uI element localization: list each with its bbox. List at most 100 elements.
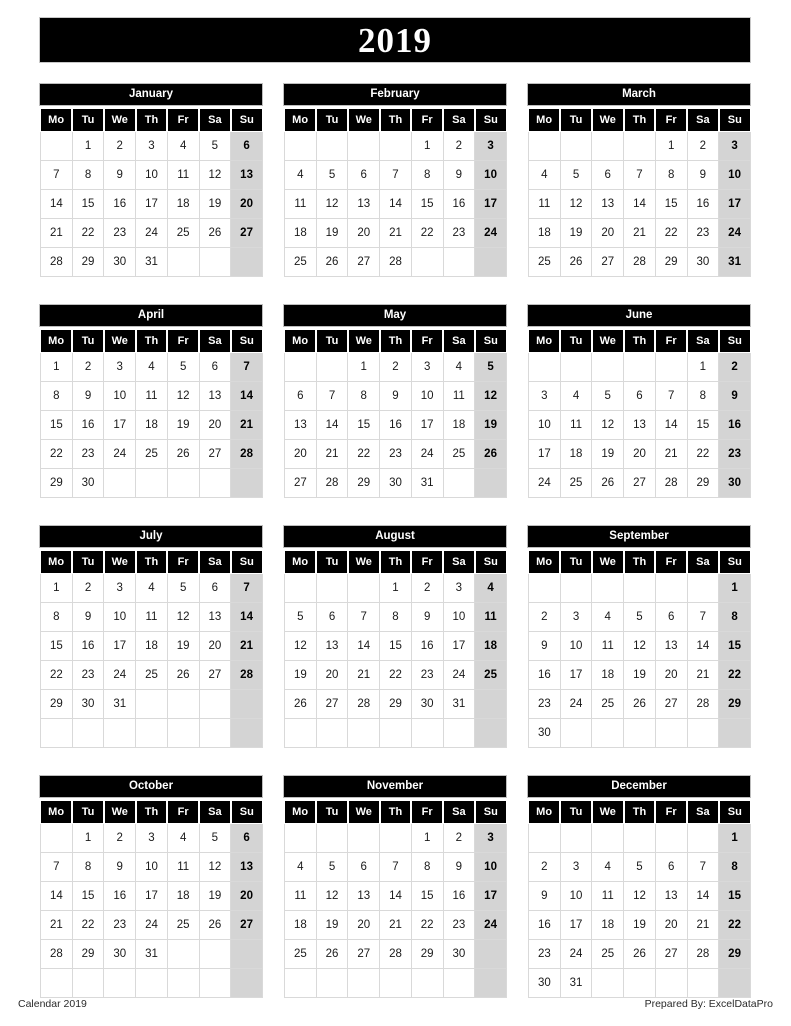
day-cell[interactable]: 11 (166, 160, 200, 190)
day-cell[interactable]: 3 (718, 131, 751, 161)
day-cell[interactable]: 1 (40, 573, 73, 603)
day-cell[interactable]: 27 (230, 910, 263, 940)
day-cell[interactable]: 6 (284, 381, 317, 411)
day-cell[interactable]: 15 (40, 631, 73, 661)
day-cell[interactable]: 22 (654, 218, 688, 248)
day-cell[interactable]: 12 (591, 410, 625, 440)
day-cell[interactable]: 6 (654, 602, 688, 632)
day-cell[interactable]: 14 (347, 631, 381, 661)
day-cell[interactable]: 20 (623, 439, 656, 469)
day-cell[interactable]: 21 (315, 439, 349, 469)
day-cell[interactable]: 3 (474, 823, 507, 853)
day-cell[interactable]: 27 (591, 247, 625, 277)
day-cell[interactable]: 7 (686, 602, 720, 632)
day-cell[interactable]: 31 (718, 247, 751, 277)
day-cell[interactable]: 16 (442, 189, 476, 219)
day-cell[interactable]: 11 (528, 189, 561, 219)
day-cell[interactable]: 19 (166, 631, 200, 661)
day-cell[interactable]: 14 (654, 410, 688, 440)
day-cell[interactable]: 9 (442, 160, 476, 190)
day-cell[interactable]: 19 (591, 439, 625, 469)
day-cell[interactable]: 29 (347, 468, 381, 498)
day-cell[interactable]: 17 (528, 439, 561, 469)
day-cell[interactable]: 7 (379, 852, 412, 882)
day-cell[interactable]: 5 (166, 352, 200, 382)
day-cell[interactable]: 27 (198, 660, 232, 690)
day-cell[interactable]: 8 (654, 160, 688, 190)
day-cell[interactable]: 9 (686, 160, 720, 190)
day-cell[interactable]: 5 (623, 852, 656, 882)
day-cell[interactable]: 26 (166, 439, 200, 469)
day-cell[interactable]: 26 (623, 689, 656, 719)
day-cell[interactable]: 17 (103, 631, 137, 661)
day-cell[interactable]: 29 (40, 468, 73, 498)
day-cell[interactable]: 24 (135, 218, 168, 248)
day-cell[interactable]: 5 (198, 131, 232, 161)
day-cell[interactable]: 31 (103, 689, 137, 719)
day-cell[interactable]: 18 (591, 660, 625, 690)
day-cell[interactable]: 21 (230, 631, 263, 661)
day-cell[interactable]: 9 (71, 381, 105, 411)
day-cell[interactable]: 29 (71, 939, 105, 969)
day-cell[interactable]: 8 (379, 602, 412, 632)
day-cell[interactable]: 23 (71, 439, 105, 469)
day-cell[interactable]: 22 (40, 439, 73, 469)
day-cell[interactable]: 2 (71, 573, 105, 603)
day-cell[interactable]: 15 (410, 189, 444, 219)
day-cell[interactable]: 11 (284, 881, 317, 911)
day-cell[interactable]: 10 (103, 602, 137, 632)
day-cell[interactable]: 22 (71, 218, 105, 248)
day-cell[interactable]: 29 (379, 689, 412, 719)
day-cell[interactable]: 19 (198, 881, 232, 911)
day-cell[interactable]: 20 (591, 218, 625, 248)
day-cell[interactable]: 3 (410, 352, 444, 382)
day-cell[interactable]: 27 (347, 247, 381, 277)
day-cell[interactable]: 4 (528, 160, 561, 190)
day-cell[interactable]: 23 (410, 660, 444, 690)
day-cell[interactable]: 24 (103, 660, 137, 690)
day-cell[interactable]: 21 (686, 910, 720, 940)
day-cell[interactable]: 6 (591, 160, 625, 190)
day-cell[interactable]: 27 (284, 468, 317, 498)
day-cell[interactable]: 21 (686, 660, 720, 690)
day-cell[interactable]: 6 (230, 823, 263, 853)
day-cell[interactable]: 28 (623, 247, 656, 277)
day-cell[interactable]: 31 (135, 247, 168, 277)
day-cell[interactable]: 14 (623, 189, 656, 219)
day-cell[interactable]: 22 (686, 439, 720, 469)
day-cell[interactable]: 2 (379, 352, 412, 382)
day-cell[interactable]: 8 (40, 602, 73, 632)
day-cell[interactable]: 25 (284, 939, 317, 969)
day-cell[interactable]: 7 (379, 160, 412, 190)
day-cell[interactable]: 3 (103, 352, 137, 382)
day-cell[interactable]: 13 (623, 410, 656, 440)
day-cell[interactable]: 13 (230, 852, 263, 882)
day-cell[interactable]: 25 (135, 439, 168, 469)
day-cell[interactable]: 17 (135, 881, 168, 911)
day-cell[interactable]: 9 (71, 602, 105, 632)
day-cell[interactable]: 11 (591, 631, 625, 661)
day-cell[interactable]: 26 (474, 439, 507, 469)
day-cell[interactable]: 15 (71, 189, 105, 219)
day-cell[interactable]: 15 (718, 631, 751, 661)
day-cell[interactable]: 8 (40, 381, 73, 411)
day-cell[interactable]: 31 (410, 468, 444, 498)
day-cell[interactable]: 23 (103, 910, 137, 940)
day-cell[interactable]: 10 (528, 410, 561, 440)
day-cell[interactable]: 7 (40, 160, 73, 190)
day-cell[interactable]: 25 (442, 439, 476, 469)
day-cell[interactable]: 25 (528, 247, 561, 277)
day-cell[interactable]: 19 (315, 910, 349, 940)
day-cell[interactable]: 20 (347, 910, 381, 940)
day-cell[interactable]: 10 (718, 160, 751, 190)
day-cell[interactable]: 20 (284, 439, 317, 469)
day-cell[interactable]: 3 (135, 131, 168, 161)
day-cell[interactable]: 2 (103, 823, 137, 853)
day-cell[interactable]: 9 (528, 631, 561, 661)
day-cell[interactable]: 13 (654, 631, 688, 661)
day-cell[interactable]: 21 (230, 410, 263, 440)
day-cell[interactable]: 13 (315, 631, 349, 661)
day-cell[interactable]: 1 (71, 823, 105, 853)
day-cell[interactable]: 21 (623, 218, 656, 248)
day-cell[interactable]: 10 (559, 881, 593, 911)
